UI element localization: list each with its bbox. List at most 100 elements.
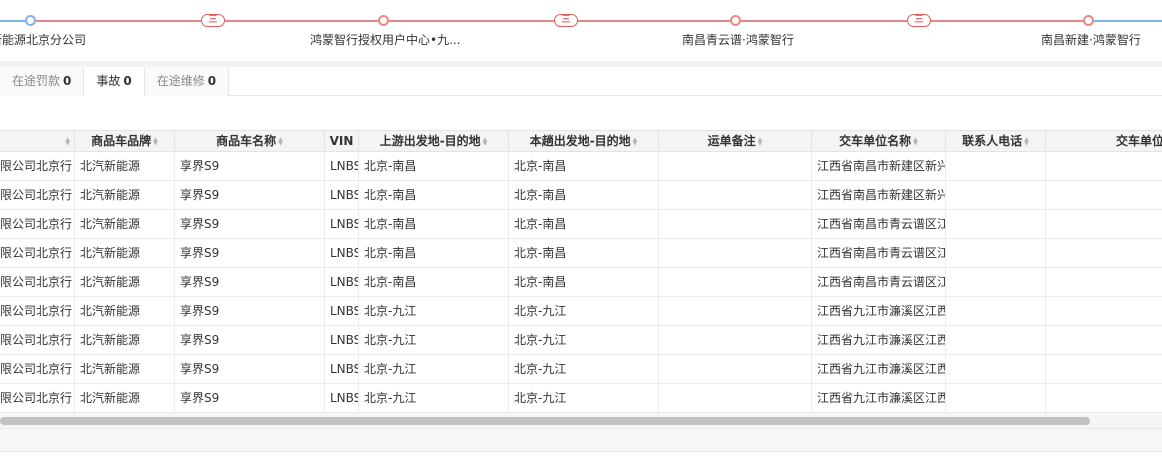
table-cell: 限公司北京行 [0, 210, 75, 238]
table-cell: LNBS [325, 152, 359, 180]
column-header-label: 上游出发地-目的地 [379, 134, 481, 148]
column-header-label: 运单备注 [707, 134, 756, 148]
table-cell: 北京-南昌 [359, 152, 509, 180]
table-cell: 北京-南昌 [359, 268, 509, 296]
tab-label: 在途维修 [156, 74, 205, 88]
table-cell: 江西省南昌市新建区新兴 [812, 152, 946, 180]
table-row[interactable]: 限公司北京行 北汽新能源 享界S9 LNBS 北京-南昌 北京-南昌 江西省南昌市青云谱区江 [0, 210, 1162, 239]
table-cell [659, 210, 812, 238]
column-header[interactable]: 商品车名称 ▲ ▼ [175, 131, 325, 152]
column-header[interactable]: VIN [325, 131, 359, 152]
table-cell: 北京-南昌 [359, 181, 509, 209]
route-stop-label: 南昌新建·鸿蒙智行 [1041, 33, 1141, 47]
table-row[interactable]: 限公司北京行 北汽新能源 享界S9 LNBS 北京-南昌 北京-南昌 江西省南昌市青云谱区江 [0, 268, 1162, 297]
table-cell: 限公司北京行 [0, 384, 75, 412]
horizontal-scrollbar[interactable] [0, 413, 1162, 428]
route-timeline: 三 三 三 新能源北京分公司 鸿蒙智行授权用户中心•九... 南昌青云谱·鸿蒙智… [0, 0, 1162, 60]
table-cell: LNBS [325, 297, 359, 325]
sort-icon[interactable]: ▲ ▼ [153, 136, 158, 146]
tab-repairs[interactable]: 在途维修 0 [144, 67, 230, 96]
table-cell: 享界S9 [175, 384, 325, 412]
table-row[interactable]: 限公司北京行 北汽新能源 享界S9 LNBS 北京-九江 北京-九江 江西省九江市濂溪区江西 [0, 384, 1162, 413]
table-cell: 北京-南昌 [509, 210, 659, 238]
sort-icon[interactable]: ▲ ▼ [758, 136, 763, 146]
table-cell [659, 239, 812, 267]
tab-count: 0 [63, 74, 72, 88]
table-cell [946, 181, 1046, 209]
scrollbar-thumb[interactable] [0, 417, 1090, 425]
sort-icon[interactable]: ▲ ▼ [633, 136, 638, 146]
table-cell: LNBS [325, 384, 359, 412]
table-cell [1046, 326, 1162, 354]
table-cell: LNBS [325, 239, 359, 267]
sort-icon[interactable]: ▲ ▼ [1024, 136, 1029, 146]
column-header-label: 交车单位名称 [839, 134, 912, 148]
table-cell: 北汽新能源 [75, 297, 175, 325]
sort-icon[interactable]: ▲ ▼ [913, 136, 918, 146]
column-header[interactable]: 联系人电话 ▲ ▼ [946, 131, 1046, 152]
table-cell: 江西省南昌市青云谱区江 [812, 268, 946, 296]
tab-accidents[interactable]: 事故 0 [84, 67, 145, 96]
table-cell: 限公司北京行 [0, 326, 75, 354]
table-cell: 享界S9 [175, 152, 325, 180]
sort-icon[interactable]: ▲ ▼ [65, 136, 70, 146]
table-cell [1046, 297, 1162, 325]
table-cell: 北京-南昌 [509, 268, 659, 296]
table-row[interactable]: 限公司北京行 北汽新能源 享界S9 LNBS 北京-南昌 北京-南昌 江西省南昌市青云谱区江 [0, 239, 1162, 268]
table-cell: 享界S9 [175, 326, 325, 354]
column-header[interactable]: 交车单位名称 ▲ ▼ [812, 131, 946, 152]
table-cell: 限公司北京行 [0, 355, 75, 383]
tab-fines[interactable]: 在途罚款 0 [0, 67, 85, 96]
table-cell: LNBS [325, 326, 359, 354]
table-cell: 北汽新能源 [75, 326, 175, 354]
route-leg-truck-icon[interactable]: 三 [554, 14, 578, 27]
status-tabs: 在途罚款 0 事故 0 在途维修 0 [0, 67, 1162, 96]
table-cell: 享界S9 [175, 268, 325, 296]
table-cell [1046, 384, 1162, 412]
column-header[interactable]: ▲ ▼ [0, 131, 75, 152]
column-header-label: 商品车品牌 [91, 134, 152, 148]
route-stop-label: 南昌青云谱·鸿蒙智行 [682, 33, 794, 47]
table-cell: 北汽新能源 [75, 268, 175, 296]
column-header[interactable]: 商品车品牌 ▲ ▼ [75, 131, 175, 152]
column-header[interactable]: 本趟出发地-目的地 ▲ ▼ [509, 131, 659, 152]
table-cell: 限公司北京行 [0, 152, 75, 180]
table-cell [1046, 181, 1162, 209]
route-leg-truck-icon[interactable]: 三 [201, 14, 225, 27]
column-header[interactable]: 上游出发地-目的地 ▲ ▼ [359, 131, 509, 152]
table-cell [946, 355, 1046, 383]
table-cell: LNBS [325, 355, 359, 383]
table-row[interactable]: 限公司北京行 北汽新能源 享界S9 LNBS 北京-南昌 北京-南昌 江西省南昌市新建区新兴 [0, 181, 1162, 210]
table-cell: LNBS [325, 268, 359, 296]
table-cell: 享界S9 [175, 355, 325, 383]
table-cell [946, 326, 1046, 354]
table-cell [946, 239, 1046, 267]
table-footer [0, 428, 1162, 452]
route-stop-label: 鸿蒙智行授权用户中心•九... [310, 33, 461, 47]
table-cell [1046, 210, 1162, 238]
table-cell [659, 181, 812, 209]
table-row[interactable]: 限公司北京行 北汽新能源 享界S9 LNBS 北京-九江 北京-九江 江西省九江市濂溪区江西 [0, 326, 1162, 355]
sort-icon[interactable]: ▲ ▼ [483, 136, 488, 146]
table-cell: 享界S9 [175, 210, 325, 238]
route-stop-node-origin [25, 15, 36, 26]
table-cell [1046, 355, 1162, 383]
tab-count: 0 [123, 74, 132, 88]
table-header: ▲ ▼ 商品车品牌 ▲ ▼ 商品车名称 ▲ ▼ VIN 上游出发地-目的地 ▲ ▼ 本趟出发地-目的地 ▲… [0, 130, 1162, 152]
column-header[interactable]: 运单备注 ▲ ▼ [659, 131, 812, 152]
table-cell: 北京-南昌 [359, 210, 509, 238]
table-cell: 北汽新能源 [75, 210, 175, 238]
table-cell: 北京-南昌 [509, 152, 659, 180]
table-cell: 江西省九江市濂溪区江西 [812, 297, 946, 325]
table-row[interactable]: 限公司北京行 北汽新能源 享界S9 LNBS 北京-南昌 北京-南昌 江西省南昌市新建区新兴 [0, 152, 1162, 181]
table-cell: 北京-九江 [359, 384, 509, 412]
route-line-end [1089, 20, 1162, 22]
sort-icon[interactable]: ▲ ▼ [278, 136, 283, 146]
route-leg-truck-icon[interactable]: 三 [907, 14, 931, 27]
column-header-label: 联系人电话 [962, 134, 1023, 148]
route-stop-label: 新能源北京分公司 [0, 33, 87, 47]
table-row[interactable]: 限公司北京行 北汽新能源 享界S9 LNBS 北京-九江 北京-九江 江西省九江市濂溪区江西 [0, 355, 1162, 384]
table-cell: 享界S9 [175, 297, 325, 325]
column-header[interactable]: 交车单位地 [1046, 131, 1162, 152]
table-row[interactable]: 限公司北京行 北汽新能源 享界S9 LNBS 北京-九江 北京-九江 江西省九江市濂溪区江西 [0, 297, 1162, 326]
